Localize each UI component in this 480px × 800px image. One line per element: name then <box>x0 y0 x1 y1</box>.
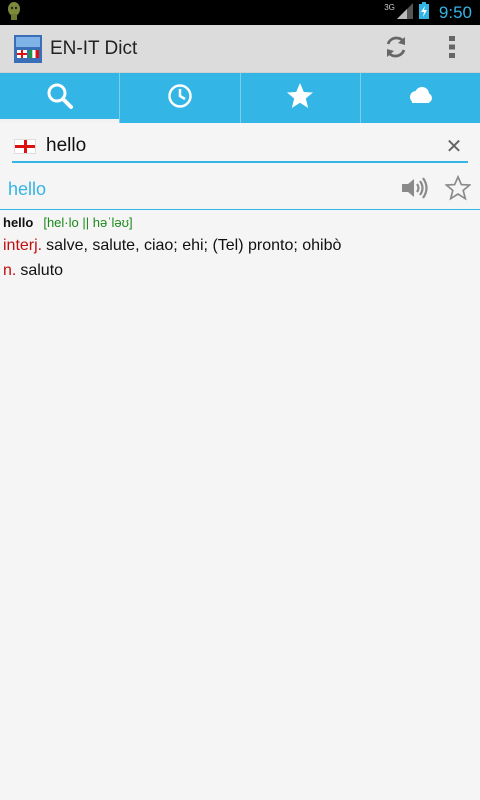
entry-headline: hello [hel·lo || həˈləʊ] <box>3 212 473 232</box>
dictionary-entry: hello [hel·lo || həˈləʊ] interj. salve, s… <box>3 212 473 282</box>
star-icon <box>286 82 314 114</box>
status-bar: 3G 9:50 <box>0 0 480 25</box>
clear-search-button[interactable]: ✕ <box>440 132 468 160</box>
more-vert-icon <box>448 35 456 63</box>
tab-search[interactable] <box>0 73 121 123</box>
android-notification-icon <box>6 1 22 25</box>
sense-item: n. saluto <box>3 260 473 282</box>
signal-icon <box>396 2 413 23</box>
sense-item: interj. salve, salute, ciao; ehi; (Tel) p… <box>3 235 473 257</box>
phonetic-transcription: [hel·lo || həˈləʊ] <box>43 214 133 230</box>
action-bar: EN-IT Dict <box>0 25 480 73</box>
part-of-speech: interj. <box>3 237 43 254</box>
app-logo-icon <box>14 34 42 63</box>
english-flag-icon[interactable] <box>14 138 36 154</box>
refresh-icon <box>383 34 409 64</box>
tab-history[interactable] <box>120 73 241 123</box>
result-header: hello <box>0 170 480 210</box>
part-of-speech: n. <box>3 262 17 279</box>
result-word: hello <box>8 179 47 199</box>
network-type: 3G <box>384 3 395 12</box>
search-bar: ✕ <box>12 131 468 163</box>
search-icon <box>46 82 74 114</box>
tab-favorites[interactable] <box>241 73 361 123</box>
head-word: hello <box>3 214 34 230</box>
star-outline-icon <box>444 174 472 205</box>
battery-icon <box>418 2 429 23</box>
speak-button[interactable] <box>392 170 436 210</box>
search-input[interactable] <box>46 135 440 157</box>
history-clock-icon <box>167 83 193 113</box>
status-right: 3G 9:50 <box>384 0 472 25</box>
tab-cloud[interactable] <box>361 73 480 123</box>
tab-bar <box>0 73 480 123</box>
add-favorite-button[interactable] <box>436 170 480 210</box>
status-left <box>6 0 22 25</box>
speaker-icon <box>400 176 428 204</box>
close-icon: ✕ <box>445 134 463 158</box>
sense-translation: salve, salute, ciao; ehi; (Tel) pronto; … <box>46 237 342 254</box>
cloud-icon <box>407 87 433 109</box>
overflow-menu-button[interactable] <box>424 25 480 73</box>
sense-translation: saluto <box>20 262 64 279</box>
refresh-button[interactable] <box>368 25 424 73</box>
app-title: EN-IT Dict <box>50 37 138 59</box>
clock-time: 9:50 <box>438 2 472 22</box>
